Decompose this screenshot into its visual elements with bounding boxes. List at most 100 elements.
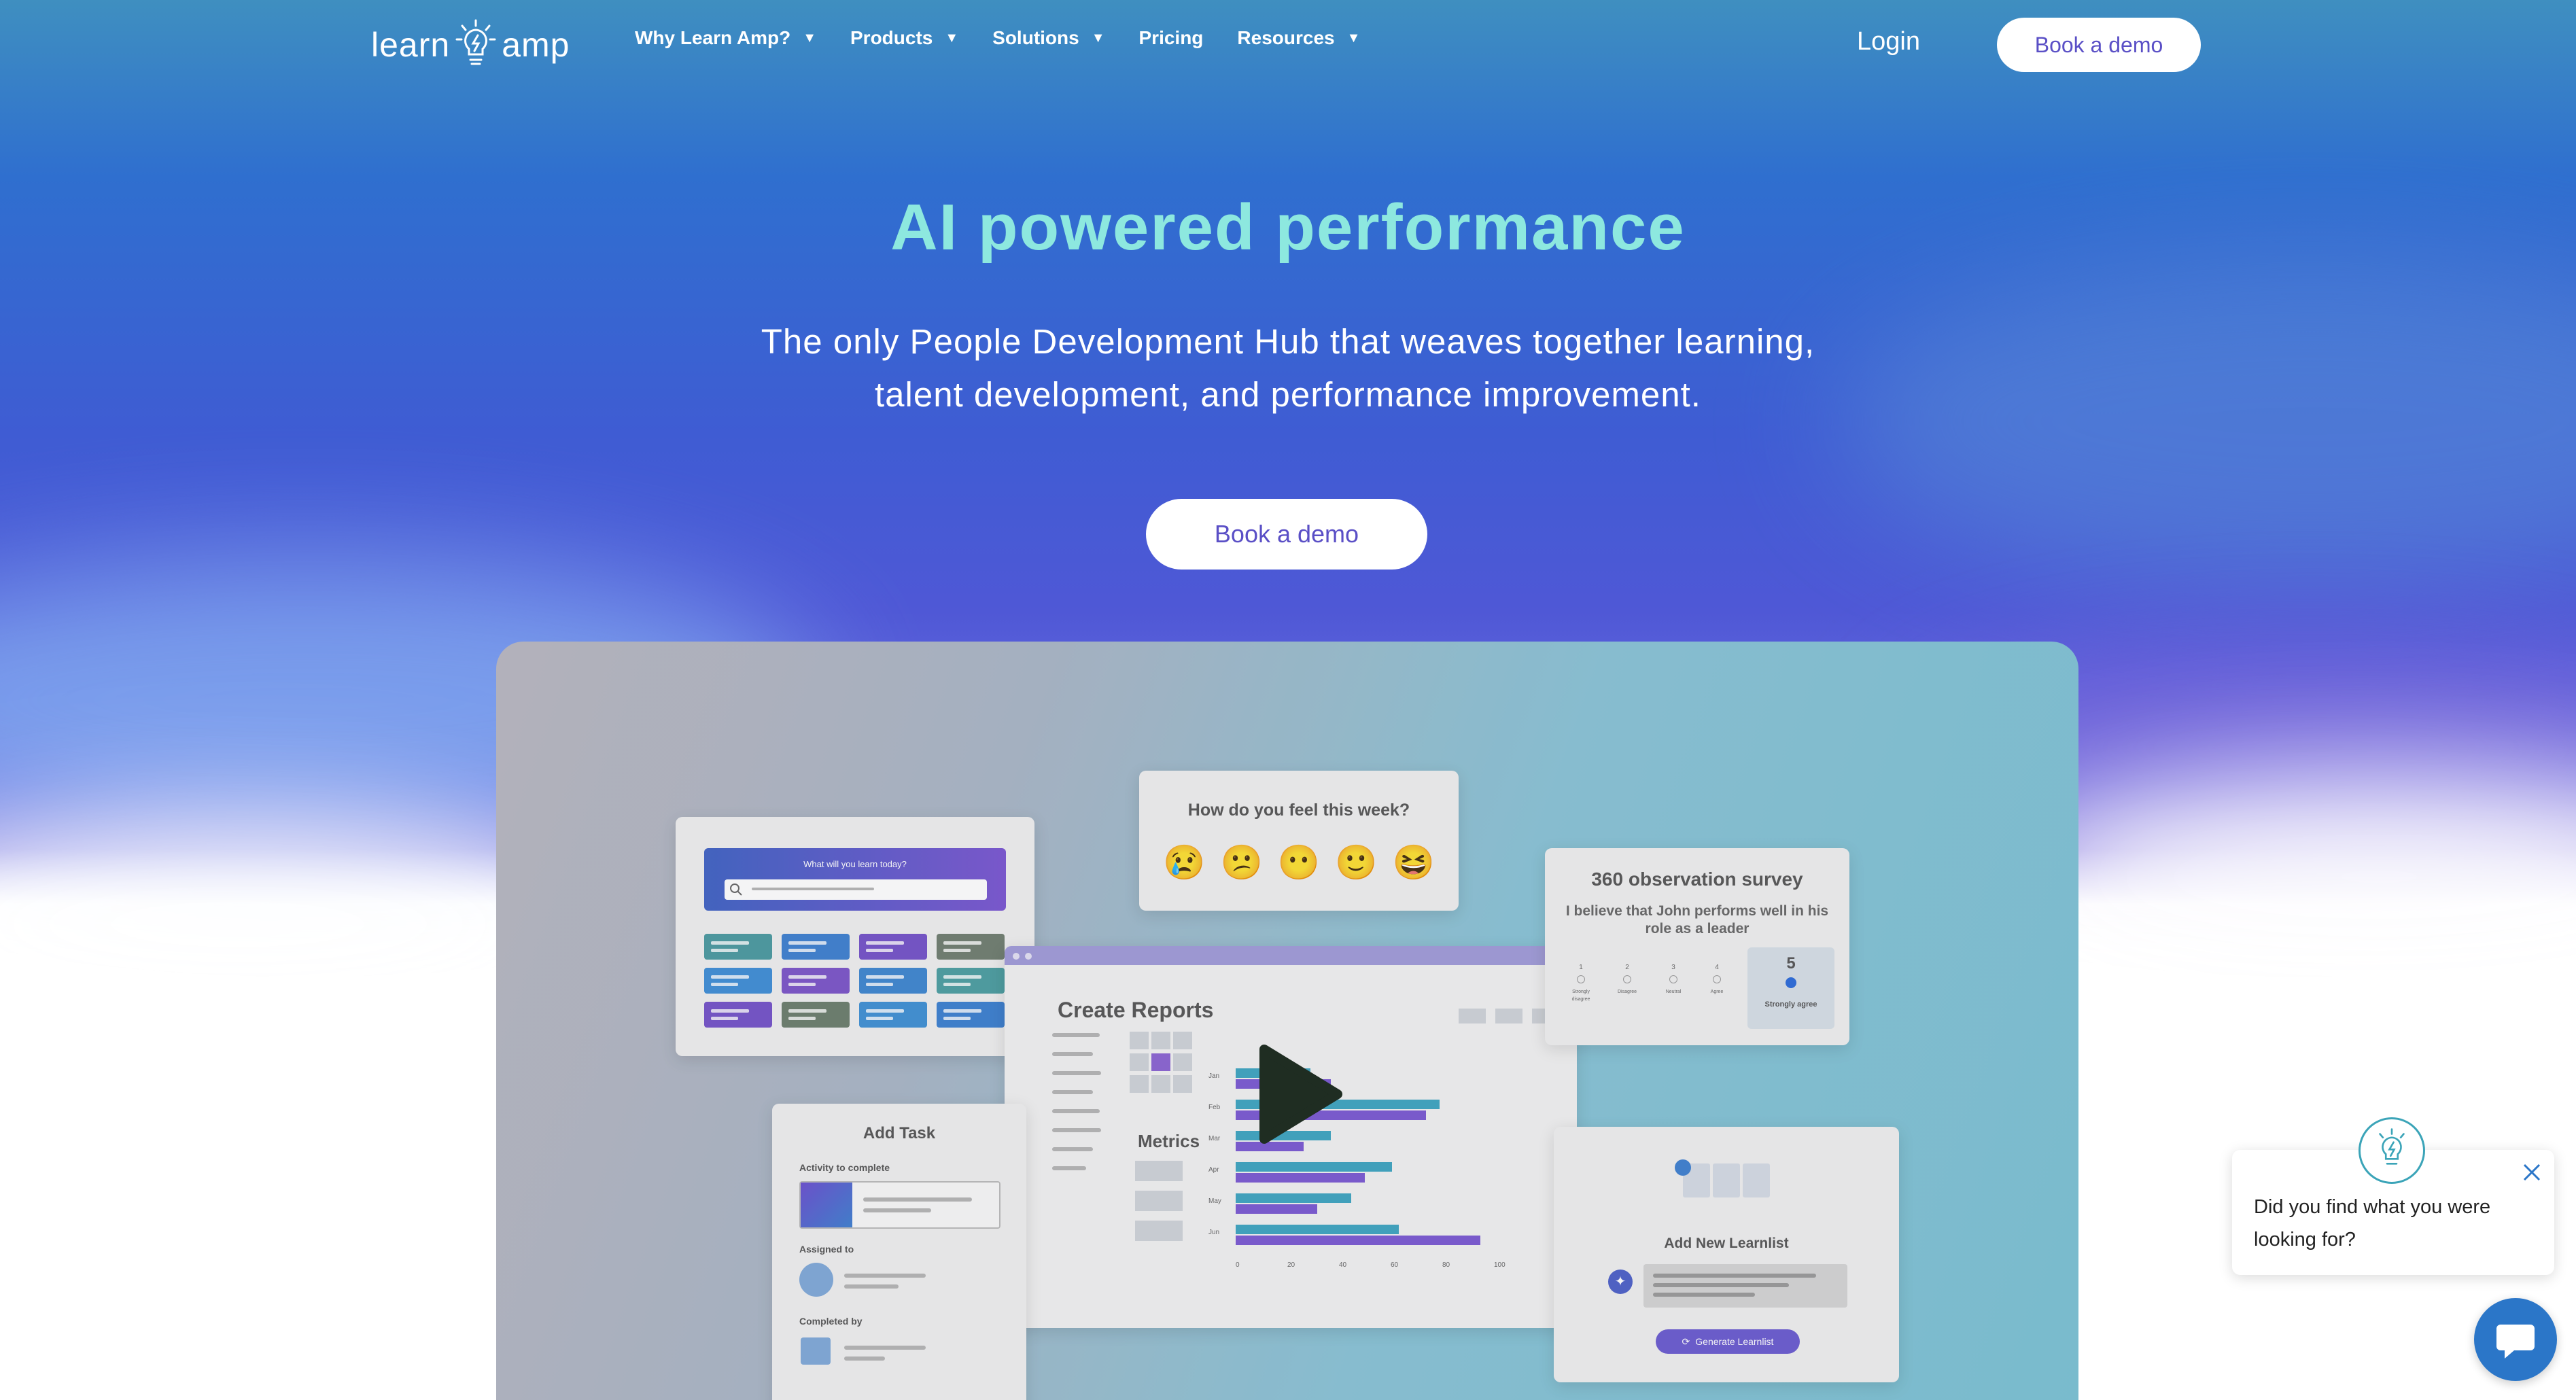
task-title: Add Task <box>863 1124 936 1142</box>
nav-item-label: Why Learn Amp? <box>635 27 791 48</box>
nav-item-why-learn-amp[interactable]: Why Learn Amp? ▼ <box>635 27 816 49</box>
learnlist-thumbnail <box>1743 1163 1770 1197</box>
scale-option-selected: 5 Strongly agree <box>1747 947 1834 1029</box>
grid-square <box>1151 1032 1170 1049</box>
metric-chip <box>1135 1221 1183 1241</box>
content-tile <box>937 1002 1005 1028</box>
nav-item-products[interactable]: Products ▼ <box>850 27 958 49</box>
learn-search-card: What will you learn today? <box>676 817 1034 1056</box>
content-tile <box>704 934 772 960</box>
chat-avatar <box>2359 1117 2425 1184</box>
main-menu: Why Learn Amp? ▼ Products ▼ Solutions ▼ … <box>635 27 1394 49</box>
survey-statement: I believe that John performs well in his… <box>1565 903 1829 937</box>
content-tile <box>704 968 772 994</box>
login-link[interactable]: Login <box>1857 27 1920 56</box>
radio-dot <box>1669 975 1677 983</box>
activity-thumbnail <box>801 1183 852 1227</box>
learn-amp-logo[interactable]: learn amp <box>371 18 570 72</box>
nav-item-label: Resources <box>1237 27 1335 48</box>
x-tick-label: 0 <box>1236 1261 1240 1269</box>
generate-learnlist-button: ⟳ Generate Learnlist <box>1656 1329 1800 1354</box>
calendar-icon <box>801 1337 831 1365</box>
scale-label: Strongly disagree <box>1571 990 1590 1002</box>
scale-option: 2 Disagree <box>1610 964 1644 995</box>
top-navigation: learn amp Why Learn Amp? ▼ Products ▼ So… <box>0 0 2576 90</box>
month-tick-label: Jun <box>1208 1229 1220 1236</box>
nav-item-label: Solutions <box>992 27 1079 48</box>
content-tile <box>937 968 1005 994</box>
learnlist-thumbnail <box>1713 1163 1740 1197</box>
radio-dot <box>1713 975 1721 983</box>
scale-option: 4 Agree <box>1700 964 1734 995</box>
scale-label: Strongly agree <box>1764 1000 1817 1009</box>
content-tile <box>782 1002 850 1028</box>
grid-square <box>1130 1075 1149 1093</box>
metric-chip <box>1135 1161 1183 1181</box>
x-tick-label: 80 <box>1442 1261 1450 1269</box>
close-icon[interactable] <box>2519 1159 2545 1185</box>
nav-item-resources[interactable]: Resources ▼ <box>1237 27 1360 49</box>
x-tick-label: 20 <box>1287 1261 1295 1269</box>
scale-label: Neutral <box>1665 990 1682 994</box>
scale-number: 5 <box>1786 954 1796 973</box>
nav-item-label: Products <box>850 27 933 48</box>
learn-question: What will you learn today? <box>803 859 907 869</box>
placeholder-line <box>844 1357 885 1361</box>
scale-option: 1 Strongly disagree <box>1564 964 1598 1002</box>
laughing-emoji-icon: 😆 <box>1392 843 1435 881</box>
placeholder-line <box>844 1346 926 1350</box>
month-tick-label: Mar <box>1208 1135 1221 1142</box>
placeholder-line <box>1653 1293 1755 1297</box>
book-demo-hero-button[interactable]: Book a demo <box>1146 499 1427 570</box>
activity-label: Activity to complete <box>799 1162 890 1173</box>
activity-field <box>799 1181 1000 1229</box>
play-icon[interactable] <box>1242 1040 1351 1149</box>
nav-item-solutions[interactable]: Solutions ▼ <box>992 27 1104 49</box>
confused-emoji-icon: 😕 <box>1220 843 1263 881</box>
completed-label: Completed by <box>799 1316 863 1327</box>
scale-label: Agree <box>1710 990 1724 994</box>
list-line <box>1052 1090 1093 1094</box>
page: learn amp Why Learn Amp? ▼ Products ▼ So… <box>0 0 2576 1400</box>
chat-launcher-button[interactable] <box>2474 1298 2557 1381</box>
learnlist-prompt-field <box>1643 1264 1847 1308</box>
lightbulb-icon <box>2379 1128 2405 1165</box>
radio-dot-selected <box>1786 977 1796 988</box>
placeholder-line <box>1653 1274 1816 1278</box>
content-tile <box>859 1002 927 1028</box>
placeholder-line <box>844 1284 899 1289</box>
hero-subtitle-line: talent development, and performance impr… <box>875 375 1701 414</box>
window-dot <box>1013 953 1020 960</box>
window-titlebar <box>1005 946 1577 965</box>
metric-chip <box>1135 1191 1183 1211</box>
crying-emoji-icon: 😢 <box>1163 843 1206 881</box>
logo-text-left: learn <box>371 26 451 64</box>
metrics-label: Metrics <box>1138 1131 1200 1151</box>
refresh-icon: ⟳ <box>1682 1335 1690 1347</box>
list-line <box>1052 1147 1093 1151</box>
x-tick-label: 40 <box>1339 1261 1347 1269</box>
learnlist-badge <box>1675 1159 1691 1176</box>
caret-down-icon: ▼ <box>1346 30 1361 46</box>
month-tick-label: Jan <box>1208 1072 1220 1080</box>
book-demo-nav-button[interactable]: Book a demo <box>1997 18 2201 72</box>
month-tick-label: Apr <box>1208 1166 1219 1174</box>
grid-square <box>1151 1075 1170 1093</box>
generate-learnlist-label: Generate Learnlist <box>1695 1336 1774 1347</box>
nav-item-pricing[interactable]: Pricing <box>1139 27 1204 49</box>
product-video[interactable]: What will you learn today? How do you fe… <box>496 642 2078 1400</box>
grid-square <box>1130 1053 1149 1071</box>
smile-emoji-icon: 🙂 <box>1335 843 1378 881</box>
chart-bar <box>1236 1162 1392 1172</box>
search-icon <box>730 883 742 896</box>
month-tick-label: Feb <box>1208 1104 1221 1111</box>
reports-title: Create Reports <box>1058 998 1214 1022</box>
logo-text-right: amp <box>502 26 570 64</box>
mood-check-card: How do you feel this week? 😢 😕 😶 🙂 😆 <box>1139 771 1459 911</box>
list-line <box>1052 1166 1086 1170</box>
learnlist-title: Add New Learnlist <box>1664 1236 1789 1251</box>
caret-down-icon: ▼ <box>803 30 816 46</box>
content-tile <box>859 968 927 994</box>
caret-down-icon: ▼ <box>945 30 959 46</box>
grid-square <box>1173 1075 1192 1093</box>
